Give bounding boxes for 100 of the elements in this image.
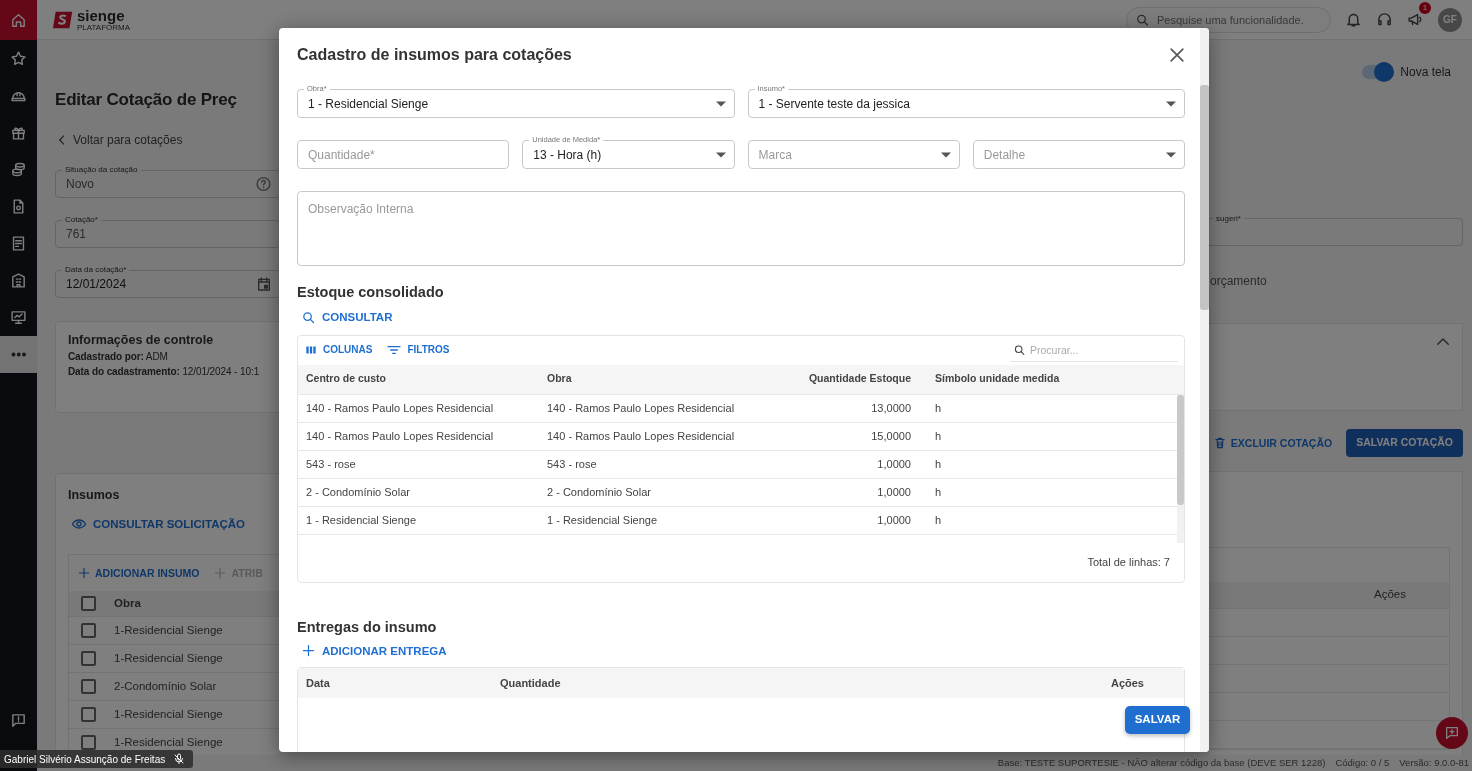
select-field[interactable]: Detalhe [972, 140, 1185, 169]
section-title: Estoque consolidado [297, 283, 445, 302]
table-cell-text: 1-Residencial Sienge [114, 734, 223, 750]
column-header[interactable]: Centro de custo [298, 371, 539, 387]
table-cell-text: 13,0000 [870, 400, 912, 416]
checkbox[interactable] [81, 735, 96, 750]
search-icon [301, 309, 316, 325]
table-cell-text: h [934, 400, 943, 416]
sidebar-item[interactable] [0, 336, 37, 373]
field-label: Data da cotação* [62, 265, 130, 274]
support-button[interactable] [1376, 11, 1393, 28]
card-title: Insumos [68, 487, 121, 504]
count-badge: 1 [1419, 2, 1431, 14]
table-cell-text: 1,0000 [876, 484, 912, 500]
input-field[interactable]: Quantidade* [297, 140, 510, 169]
caret-icon [1166, 152, 1176, 157]
toggle-switch[interactable] [1362, 65, 1393, 79]
table-cell-text: 140 - Ramos Paulo Lopes Residencial [546, 428, 736, 444]
field-label: Cotação* [62, 215, 101, 224]
columns-button[interactable]: COLUNAS [304, 341, 373, 359]
more-icon [11, 353, 26, 356]
field-label: Situação da cotação [62, 165, 141, 174]
feedback-icon [10, 712, 27, 729]
info-text: Cadastrado por: ADM [68, 350, 169, 364]
checkbox[interactable] [81, 707, 96, 722]
back-link[interactable]: Voltar para cotações [55, 131, 183, 149]
table-cell-text: 1-Residencial Sienge [114, 622, 223, 638]
column-header[interactable]: Quantidade [492, 674, 1103, 692]
notifications-button[interactable] [1345, 11, 1362, 28]
caret-icon [715, 152, 726, 157]
column-header[interactable]: Quantidade Estoque [739, 371, 927, 387]
table-cell-text: 543 - rose [546, 456, 598, 472]
announcements-button[interactable] [1407, 11, 1424, 28]
calendar-icon [256, 276, 272, 292]
table-cell-text: 15,0000 [870, 428, 912, 444]
table-cell-text: 1 - Residencial Sienge [305, 512, 418, 528]
table-cell-text: 140 - Ramos Paulo Lopes Residencial [305, 428, 495, 444]
table-cell-text: h [934, 484, 943, 500]
logo-tagline: PLATAFORMA [77, 23, 131, 32]
report-icon [10, 235, 27, 252]
column-header[interactable]: Ações [1102, 674, 1184, 692]
filters-button[interactable]: FILTROS [386, 341, 450, 359]
table-cell-text: 140 - Ramos Paulo Lopes Residencial [546, 400, 736, 416]
bell-icon [1345, 11, 1362, 28]
home-icon [10, 11, 27, 29]
dialog-title: Cadastro de insumos para cotações [297, 44, 572, 65]
checkbox[interactable] [81, 596, 96, 611]
table-cell-text: 140 - Ramos Paulo Lopes Residencial [305, 400, 495, 416]
save-quote-button[interactable]: SALVAR COTAÇÃO [1346, 429, 1463, 457]
toggle-label: Nova tela [1400, 64, 1451, 81]
table-cell-text: 2 - Condomínio Solar [305, 484, 411, 500]
footer-text: Base: TESTE SUPORTESIE - NÃO alterar código da base (DEVE SER 1228) [997, 755, 1326, 770]
search-icon [1135, 12, 1150, 27]
column-header[interactable]: Data [298, 674, 492, 692]
section-title: Entregas do insumo [297, 617, 438, 637]
headset-icon [1376, 11, 1393, 28]
checkbox[interactable] [81, 623, 96, 638]
info-text: Data do cadastramento: 12/01/2024 - 10:1 [68, 365, 261, 379]
participant-name: Gabriel Silvério Assunção de Freitas [4, 752, 166, 767]
sidebar-item[interactable] [0, 0, 37, 40]
logo-text: sienge [77, 7, 126, 23]
column-header[interactable]: Obra [539, 371, 739, 387]
card-title: Informações de controle [68, 332, 215, 349]
footer-text: Versão: 9.0.0-81 [1399, 755, 1469, 770]
search-icon [1013, 343, 1026, 357]
add-delivery-link[interactable]: ADICIONAR ENTREGA [301, 639, 447, 662]
select-field[interactable]: Marca [747, 140, 960, 169]
save-button[interactable]: SALVAR [1125, 706, 1190, 734]
table-cell-text: 1,0000 [876, 512, 912, 528]
table-cell-text: 2-Condomínio Solar [114, 678, 217, 694]
table-cell-text: h [934, 456, 943, 472]
star-icon [10, 50, 27, 67]
footer-text: Código: 0 / 5 [1335, 755, 1390, 770]
consult-link[interactable]: CONSULTAR [301, 306, 393, 328]
caret-icon [715, 101, 726, 106]
notes-field[interactable]: Observação Interna [297, 191, 1185, 266]
checkbox[interactable] [81, 679, 96, 694]
column-header: Ações [1374, 587, 1406, 603]
caret-icon [1166, 101, 1176, 106]
eye-icon [71, 516, 87, 532]
table-cell-text: 1,0000 [876, 456, 912, 472]
table-cell-text: h [934, 428, 943, 444]
plus-icon [301, 643, 316, 658]
row-count: Total de linhas: 7 [1087, 554, 1170, 570]
search-field[interactable]: Pesquise uma funcionalidade. [1126, 6, 1331, 33]
chat-icon [1444, 725, 1460, 741]
consult-link[interactable]: CONSULTAR SOLICITAÇÃO [71, 515, 246, 533]
table-cell-text: h [934, 512, 943, 528]
table-cell-text: 2 - Condomínio Solar [546, 484, 652, 500]
table-cell-text: 1-Residencial Sienge [114, 706, 223, 722]
column-header[interactable]: Símbolo unidade medida [927, 371, 1184, 387]
add-button[interactable]: ADICIONAR INSUMO [77, 564, 200, 582]
megaphone-icon [1407, 11, 1424, 28]
caret-icon [940, 152, 951, 157]
checkbox[interactable] [81, 651, 96, 666]
table-cell-text: 1-Residencial Sienge [114, 650, 223, 666]
column-header: Obra [114, 595, 141, 611]
table-cell-text: 1 - Residencial Sienge [546, 512, 659, 528]
gift-box-icon [10, 124, 27, 141]
delete-quote-button[interactable]: EXCLUIR COTAÇÃO [1212, 434, 1333, 452]
